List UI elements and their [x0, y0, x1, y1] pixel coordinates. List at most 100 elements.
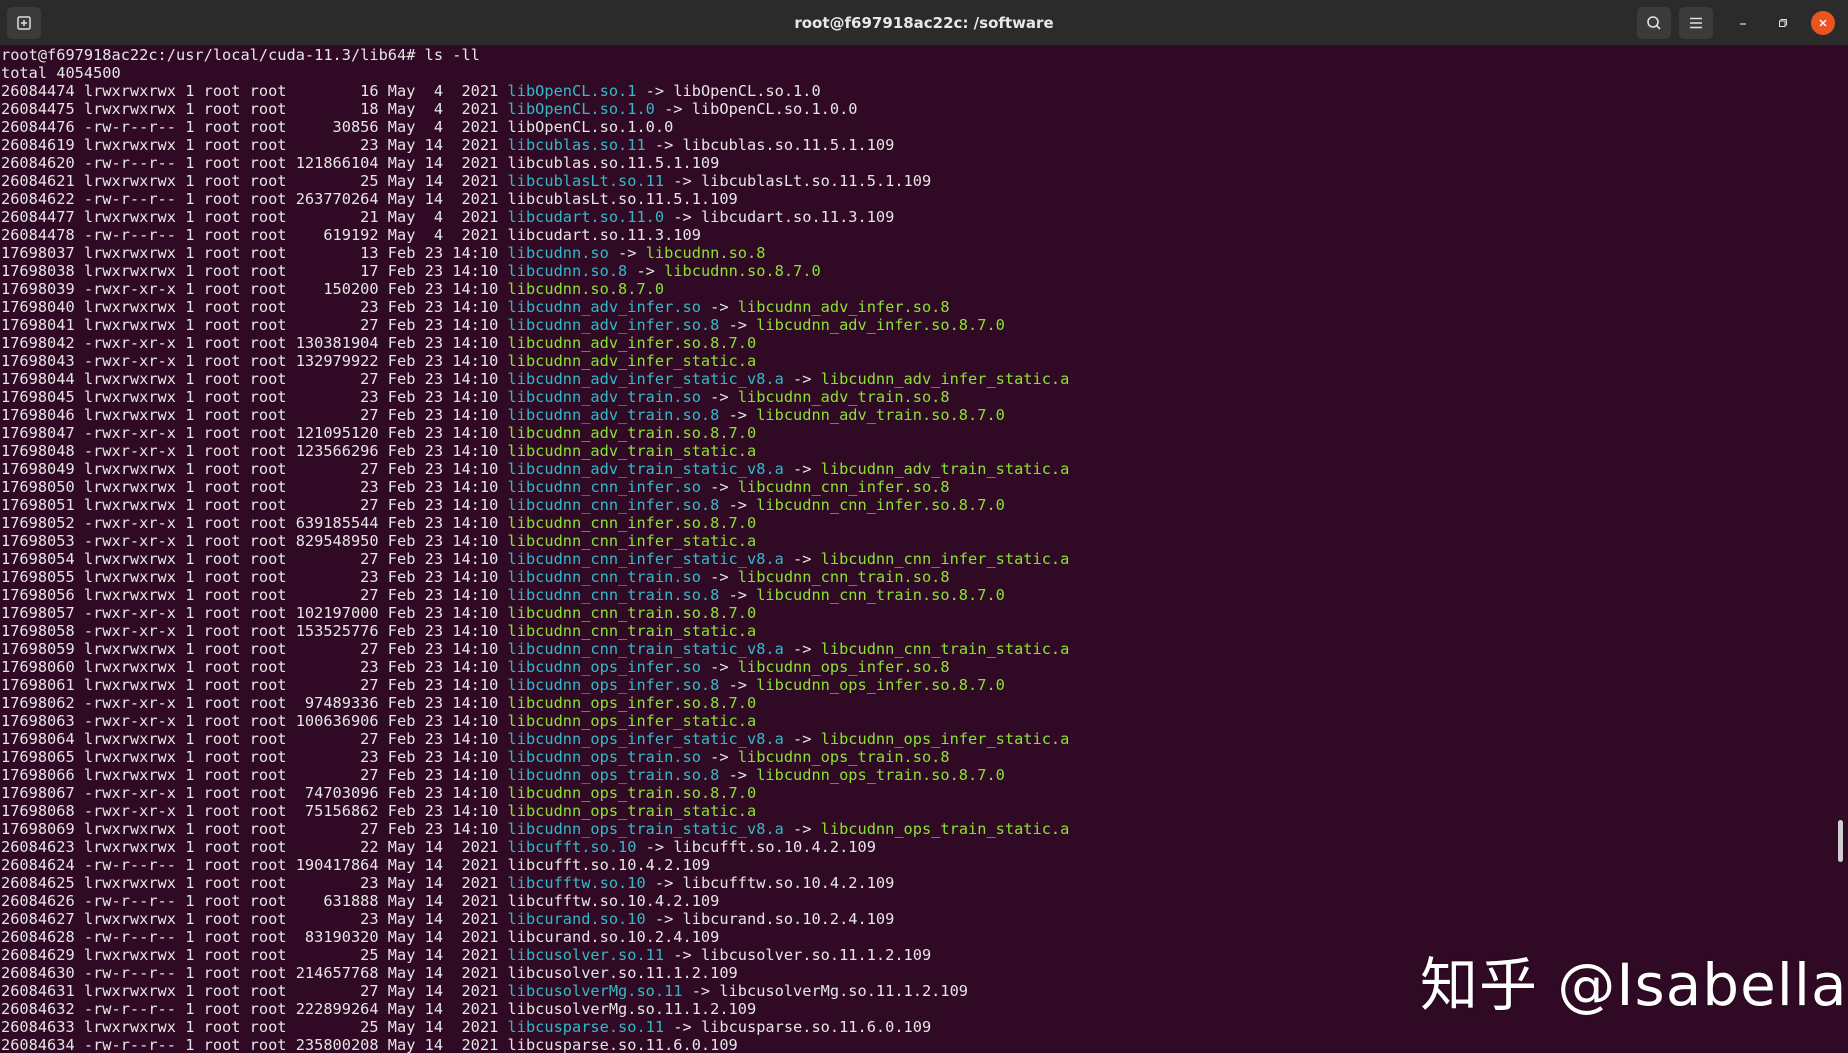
symlink-target: libcudnn_ops_train.so.8.7.0: [756, 766, 1005, 784]
file-name: libcudnn.so: [507, 244, 609, 262]
file-meta: 26084621 lrwxrwxrwx 1 root root 25 May 1…: [1, 172, 508, 190]
file-meta: 26084619 lrwxrwxrwx 1 root root 23 May 1…: [1, 136, 508, 154]
listing-line: 17698067 -rwxr-xr-x 1 root root 74703096…: [1, 784, 1836, 802]
listing-line: 17698055 lrwxrwxrwx 1 root root 23 Feb 2…: [1, 568, 1836, 586]
file-name: libcudnn_cnn_train.so.8: [507, 586, 720, 604]
symlink-target: libcudnn.so.8: [645, 244, 766, 262]
file-listing: 26084474 lrwxrwxrwx 1 root root 16 May 4…: [1, 82, 1836, 1053]
minimize-button[interactable]: [1731, 11, 1755, 35]
file-meta: 17698067 -rwxr-xr-x 1 root root 74703096…: [1, 784, 508, 802]
symlink-arrow: ->: [645, 874, 683, 892]
file-name: libcusparse.so.11.6.0.109: [507, 1036, 738, 1053]
file-meta: 17698062 -rwxr-xr-x 1 root root 97489336…: [1, 694, 508, 712]
file-meta: 17698056 lrwxrwxrwx 1 root root 27 Feb 2…: [1, 586, 508, 604]
listing-line: 17698051 lrwxrwxrwx 1 root root 27 Feb 2…: [1, 496, 1836, 514]
file-name: libcudart.so.11.3.109: [507, 226, 701, 244]
listing-line: 17698050 lrwxrwxrwx 1 root root 23 Feb 2…: [1, 478, 1836, 496]
symlink-target: libcusolverMg.so.11.1.2.109: [719, 982, 969, 1000]
file-name: libcublasLt.so.11.5.1.109: [507, 190, 738, 208]
listing-line: 17698058 -rwxr-xr-x 1 root root 15352577…: [1, 622, 1836, 640]
symlink-target: libcudnn_adv_train.so.8.7.0: [756, 406, 1005, 424]
file-name: libOpenCL.so.1.0.0: [507, 118, 674, 136]
symlink-target: libcublas.so.11.5.1.109: [682, 136, 895, 154]
file-meta: 26084633 lrwxrwxrwx 1 root root 25 May 1…: [1, 1018, 508, 1036]
file-meta: 17698061 lrwxrwxrwx 1 root root 27 Feb 2…: [1, 676, 508, 694]
file-meta: 17698060 lrwxrwxrwx 1 root root 23 Feb 2…: [1, 658, 508, 676]
symlink-target: libOpenCL.so.1.0: [673, 82, 821, 100]
symlink-arrow: ->: [636, 838, 674, 856]
terminal-output[interactable]: root@f697918ac22c:/usr/local/cuda-11.3/l…: [0, 46, 1836, 1053]
symlink-arrow: ->: [700, 568, 738, 586]
file-name: libcudnn_adv_train.so.8: [507, 406, 720, 424]
file-meta: 17698042 -rwxr-xr-x 1 root root 13038190…: [1, 334, 508, 352]
listing-line: 17698059 lrwxrwxrwx 1 root root 27 Feb 2…: [1, 640, 1836, 658]
listing-line: 26084627 lrwxrwxrwx 1 root root 23 May 1…: [1, 910, 1836, 928]
symlink-arrow: ->: [636, 82, 674, 100]
search-button[interactable]: [1637, 7, 1671, 39]
file-name: libcufftw.so.10.4.2.109: [507, 892, 720, 910]
file-name: libcudnn_adv_train_static_v8.a: [507, 460, 784, 478]
scrollbar-thumb[interactable]: [1838, 820, 1843, 862]
file-name: libcudnn_cnn_infer.so.8: [507, 496, 720, 514]
symlink-arrow: ->: [783, 730, 821, 748]
file-name: libcudnn.so.8: [507, 262, 628, 280]
close-button[interactable]: [1811, 11, 1835, 35]
listing-line: 17698049 lrwxrwxrwx 1 root root 27 Feb 2…: [1, 460, 1836, 478]
window-title: root@f697918ac22c: /software: [794, 14, 1054, 32]
file-meta: 17698048 -rwxr-xr-x 1 root root 12356629…: [1, 442, 508, 460]
file-name: libcudnn_ops_infer.so.8.7.0: [507, 694, 757, 712]
maximize-icon: [1779, 19, 1787, 27]
listing-line: 17698042 -rwxr-xr-x 1 root root 13038190…: [1, 334, 1836, 352]
file-name: libcurand.so.10.2.4.109: [507, 928, 720, 946]
total-line: total 4054500: [1, 64, 121, 82]
listing-line: 26084478 -rw-r--r-- 1 root root 619192 M…: [1, 226, 1836, 244]
file-meta: 17698039 -rwxr-xr-x 1 root root 150200 F…: [1, 280, 508, 298]
symlink-target: libcudnn_adv_infer_static.a: [820, 370, 1070, 388]
file-name: libcudnn_adv_infer.so.8: [507, 316, 720, 334]
listing-line: 17698038 lrwxrwxrwx 1 root root 17 Feb 2…: [1, 262, 1836, 280]
symlink-arrow: ->: [719, 496, 757, 514]
file-meta: 17698043 -rwxr-xr-x 1 root root 13297992…: [1, 352, 508, 370]
file-meta: 26084474 lrwxrwxrwx 1 root root 16 May 4…: [1, 82, 508, 100]
maximize-button[interactable]: [1771, 11, 1795, 35]
listing-line: 17698045 lrwxrwxrwx 1 root root 23 Feb 2…: [1, 388, 1836, 406]
shell-prompt: root@f697918ac22c:/usr/local/cuda-11.3/l…: [1, 46, 480, 64]
title-bar: root@f697918ac22c: /software: [0, 0, 1848, 46]
file-name: libcusparse.so.11: [507, 1018, 665, 1036]
symlink-arrow: ->: [783, 550, 821, 568]
listing-line: 17698057 -rwxr-xr-x 1 root root 10219700…: [1, 604, 1836, 622]
file-meta: 26084622 -rw-r--r-- 1 root root 26377026…: [1, 190, 508, 208]
listing-line: 26084623 lrwxrwxrwx 1 root root 22 May 1…: [1, 838, 1836, 856]
symlink-target: libcudnn_ops_infer_static.a: [820, 730, 1070, 748]
symlink-arrow: ->: [719, 586, 757, 604]
menu-button[interactable]: [1679, 7, 1713, 39]
symlink-target: libcufft.so.10.4.2.109: [673, 838, 876, 856]
file-name: libcusolverMg.so.11: [507, 982, 683, 1000]
file-meta: 26084627 lrwxrwxrwx 1 root root 23 May 1…: [1, 910, 508, 928]
file-meta: 26084629 lrwxrwxrwx 1 root root 25 May 1…: [1, 946, 508, 964]
file-meta: 26084477 lrwxrwxrwx 1 root root 21 May 4…: [1, 208, 508, 226]
listing-line: 17698066 lrwxrwxrwx 1 root root 27 Feb 2…: [1, 766, 1836, 784]
file-meta: 17698063 -rwxr-xr-x 1 root root 10063690…: [1, 712, 508, 730]
symlink-arrow: ->: [645, 910, 683, 928]
file-meta: 17698038 lrwxrwxrwx 1 root root 17 Feb 2…: [1, 262, 508, 280]
symlink-arrow: ->: [654, 100, 692, 118]
symlink-arrow: ->: [608, 244, 646, 262]
file-name: libcudnn_ops_train.so: [507, 748, 701, 766]
file-meta: 17698069 lrwxrwxrwx 1 root root 27 Feb 2…: [1, 820, 508, 838]
file-name: libcufft.so.10: [507, 838, 637, 856]
symlink-arrow: ->: [719, 316, 757, 334]
symlink-arrow: ->: [664, 172, 701, 190]
file-name: libcudart.so.11.0: [507, 208, 665, 226]
symlink-arrow: ->: [664, 1018, 701, 1036]
file-meta: 26084620 -rw-r--r-- 1 root root 12186610…: [1, 154, 508, 172]
symlink-arrow: ->: [719, 676, 757, 694]
watermark: 知乎 @Isabella: [1420, 951, 1848, 1019]
listing-line: 26084475 lrwxrwxrwx 1 root root 18 May 4…: [1, 100, 1836, 118]
file-name: libcufftw.so.10: [507, 874, 646, 892]
listing-line: 17698040 lrwxrwxrwx 1 root root 23 Feb 2…: [1, 298, 1836, 316]
file-name: libcusolverMg.so.11.1.2.109: [507, 1000, 757, 1018]
listing-line: 17698061 lrwxrwxrwx 1 root root 27 Feb 2…: [1, 676, 1836, 694]
file-meta: 17698055 lrwxrwxrwx 1 root root 23 Feb 2…: [1, 568, 508, 586]
file-name: libcudnn_cnn_infer_static.a: [507, 532, 757, 550]
